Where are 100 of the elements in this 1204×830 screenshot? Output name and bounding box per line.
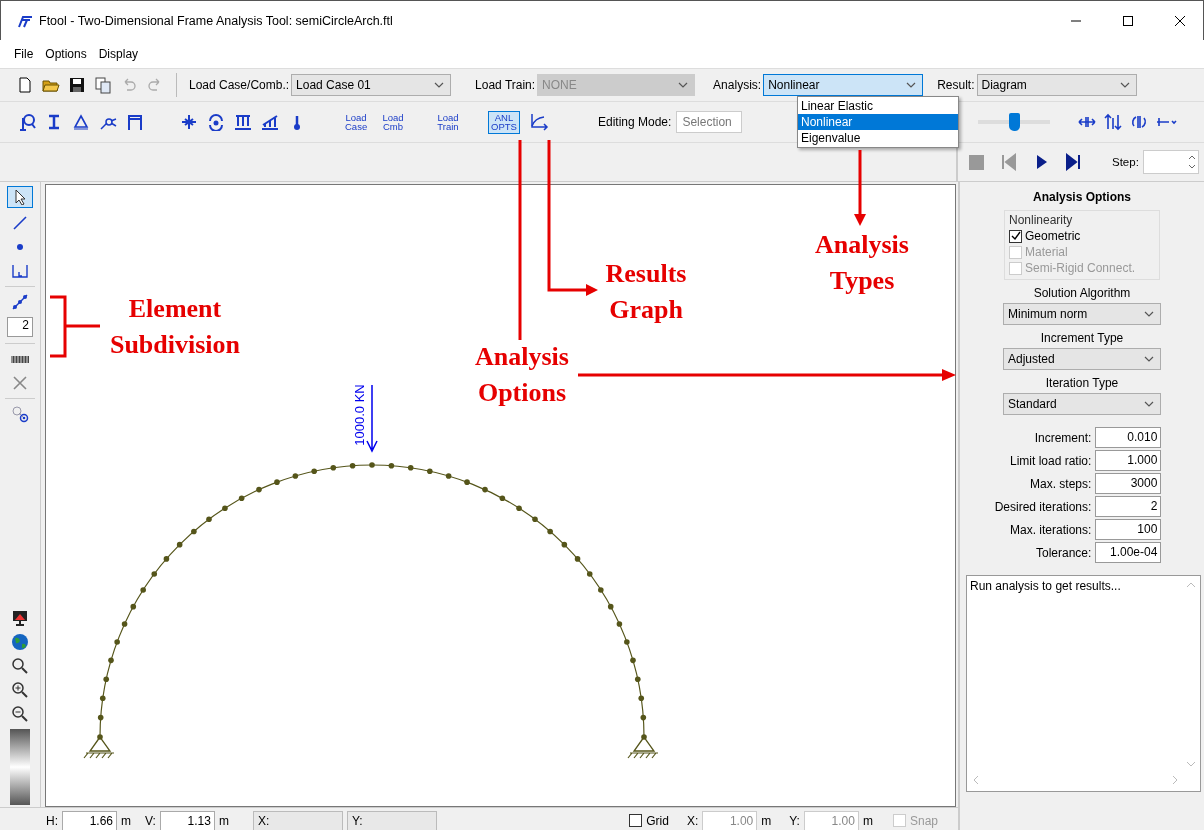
v-unit: m: [218, 813, 229, 828]
zoom-in-icon[interactable]: [11, 681, 29, 699]
subdivision-bracket: [48, 295, 102, 358]
uniform-load-icon[interactable]: [234, 113, 252, 131]
param-field[interactable]: 3000: [1095, 473, 1162, 494]
load-arrow: [366, 384, 378, 453]
result-select[interactable]: Diagram: [976, 74, 1137, 96]
maximize-icon: [1122, 14, 1134, 27]
group-title: Nonlinearity: [1009, 213, 1074, 227]
subdivision-field[interactable]: 2: [7, 317, 33, 337]
app-logo-icon: [17, 13, 33, 28]
select-label: Iteration Type: [1045, 376, 1119, 390]
h-field[interactable]: 1.66: [62, 810, 117, 830]
param-label: Increment:: [1033, 430, 1093, 445]
chevron-icon: [906, 82, 917, 88]
annotation-text: Results Graph: [604, 258, 688, 326]
v-field[interactable]: 1.13: [159, 810, 215, 830]
param-field[interactable]: 1.00e-04: [1095, 542, 1162, 563]
save-icon[interactable]: [68, 76, 86, 94]
param-label: Max. steps:: [1029, 476, 1093, 491]
h-label: H:: [46, 813, 58, 828]
select-tool[interactable]: [7, 186, 33, 208]
option-select[interactable]: Adjusted: [1003, 348, 1161, 370]
monitor-icon[interactable]: [11, 609, 29, 627]
param-field[interactable]: 0.010: [1095, 427, 1162, 448]
param-field[interactable]: 100: [1095, 519, 1162, 540]
option-label: Geometric: [1025, 229, 1081, 243]
triangle-icon[interactable]: [72, 113, 90, 131]
chevron-icon: [1144, 311, 1154, 317]
magnifier-frame-icon[interactable]: [18, 113, 36, 131]
zoom-out-icon[interactable]: [11, 705, 29, 723]
select-label: Solution Algorithm: [1033, 286, 1131, 300]
menu-item[interactable]: Options: [41, 45, 91, 63]
chevron-icon: [1144, 401, 1154, 407]
editing-mode-field: Selection: [676, 111, 743, 133]
toolbar-button[interactable]: Load Train: [433, 110, 463, 134]
toolbar-button[interactable]: Load Cmb: [380, 110, 406, 134]
menu-item[interactable]: Display: [94, 45, 143, 63]
select-label: Increment Type: [1040, 331, 1124, 345]
nodal-load-icon[interactable]: [180, 113, 198, 131]
load-label: 1000.0 KN: [352, 384, 367, 446]
pointer-icon: [14, 189, 26, 205]
load-train-label: Load Train:: [475, 78, 536, 92]
rotation-icon[interactable]: [1130, 113, 1148, 131]
close-icon: [1174, 14, 1186, 27]
chevron-icon: [678, 82, 689, 88]
zoom-icon[interactable]: [11, 657, 29, 675]
delete-icon[interactable]: [11, 374, 29, 392]
editing-mode-label: Editing Mode:: [598, 115, 672, 129]
subdivide-icon[interactable]: [11, 293, 29, 311]
option-select[interactable]: Minimum norm: [1003, 303, 1161, 325]
moment-icon[interactable]: [207, 113, 225, 131]
new-file-icon[interactable]: [16, 76, 34, 94]
grid-y-unit: m: [862, 813, 873, 828]
annotation-text: Element Subdivision: [108, 293, 242, 361]
option-label: Material: [1025, 245, 1068, 259]
param-field[interactable]: 1.000: [1095, 450, 1162, 471]
portal-frame-icon[interactable]: [126, 113, 144, 131]
line-icon[interactable]: [11, 214, 29, 232]
dropdown-option[interactable]: Eigenvalue: [798, 130, 958, 146]
output-text: Run analysis to get results...: [970, 579, 1121, 593]
chevron-icon: [434, 82, 445, 88]
analysis-select[interactable]: Nonlinear: [763, 74, 924, 96]
param-label: Limit load ratio:: [1009, 453, 1093, 468]
load-case-select[interactable]: Load Case 01: [291, 74, 452, 96]
toolbar-button[interactable]: Load Case: [343, 110, 369, 134]
dropdown-option[interactable]: Linear Elastic: [798, 98, 958, 114]
results-graph-icon[interactable]: [529, 112, 549, 132]
step-field[interactable]: [1142, 150, 1199, 174]
node-check-icon[interactable]: [11, 405, 29, 423]
last-step-icon[interactable]: [1064, 153, 1082, 171]
grid-x-label: X:: [686, 813, 699, 828]
option-label: Semi-Rigid Connect.: [1025, 261, 1136, 275]
grid-x-unit: m: [761, 813, 772, 828]
dimension-icon[interactable]: [11, 262, 29, 280]
v-label: V:: [145, 813, 156, 828]
analysis-label: Analysis:: [713, 78, 762, 92]
chevron-icon: [1119, 82, 1130, 88]
copy-icon[interactable]: [94, 76, 112, 94]
param-label: Desired iterations:: [994, 499, 1093, 514]
option-select[interactable]: Standard: [1003, 393, 1161, 415]
toolbar-button[interactable]: ANL OPTS: [488, 110, 520, 134]
window-title: Ftool - Two-Dimensional Frame Analysis Tool: semiCircleArch.ftl: [39, 13, 394, 28]
annotation-text: Analysis Types: [814, 229, 910, 297]
snap-label: Snap: [909, 813, 938, 828]
option-checkbox[interactable]: [1009, 229, 1022, 243]
chevron-icon: [1144, 356, 1154, 362]
grid-y-field[interactable]: 1.00: [803, 810, 859, 830]
step-label: Step:: [1112, 156, 1139, 168]
grid-checkbox[interactable]: [629, 814, 643, 827]
globe-icon[interactable]: [11, 633, 29, 651]
grid-x-field[interactable]: 1.00: [702, 810, 758, 830]
menu-item[interactable]: File: [10, 45, 38, 63]
x-coordinate: X:: [252, 810, 343, 830]
dropdown-option[interactable]: Nonlinear: [798, 114, 958, 130]
param-field[interactable]: 2: [1095, 496, 1162, 517]
linear-load-icon[interactable]: [261, 113, 279, 131]
result-label: Result:: [937, 78, 975, 92]
annotation-text: Analysis Options: [474, 341, 570, 409]
vertical-scale-icon[interactable]: [1104, 113, 1122, 131]
